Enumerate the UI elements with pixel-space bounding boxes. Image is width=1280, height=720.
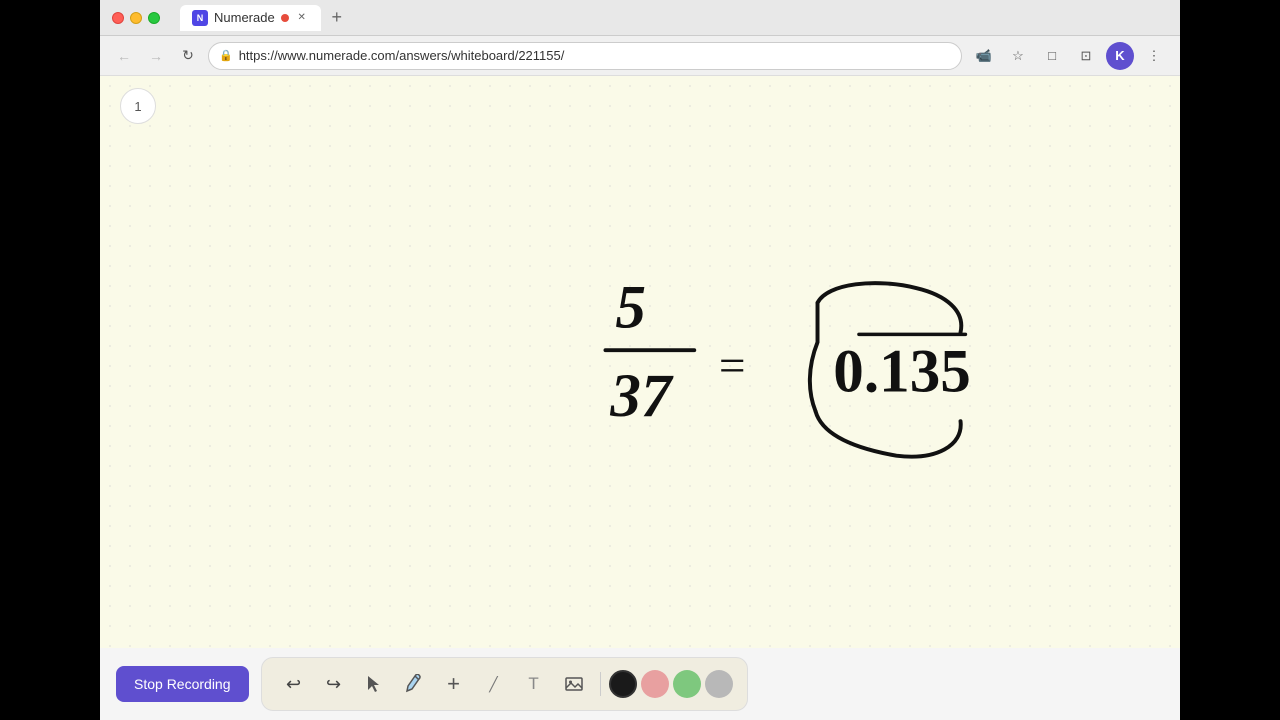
add-tool[interactable]: + — [436, 666, 472, 702]
whiteboard-drawing: 5 37 = 0.135 — [100, 76, 1180, 648]
tab-title: Numerade — [214, 10, 275, 25]
image-tool[interactable] — [556, 666, 592, 702]
tools-panel: ↩ ↪ + ╱ T — [261, 657, 748, 711]
refresh-button[interactable]: ↻ — [176, 44, 200, 68]
bottom-toolbar: Stop Recording ↩ ↪ + ╱ T — [100, 648, 1180, 720]
bookmark-icon[interactable]: ☆ — [1004, 42, 1032, 70]
traffic-lights — [112, 12, 160, 24]
text-tool[interactable]: T — [516, 666, 552, 702]
undo-button[interactable]: ↩ — [276, 666, 312, 702]
whiteboard-canvas[interactable]: 1 5 37 = 0.135 — [100, 76, 1180, 648]
eraser-tool[interactable]: ╱ — [476, 666, 512, 702]
svg-text:37: 37 — [609, 363, 674, 430]
select-tool[interactable] — [356, 666, 392, 702]
tab-recording-indicator — [281, 14, 289, 22]
svg-text:=: = — [719, 341, 746, 393]
color-green[interactable] — [673, 670, 701, 698]
svg-text:0.135: 0.135 — [833, 339, 971, 406]
pen-tool[interactable] — [396, 666, 432, 702]
more-options-icon[interactable]: ⋮ — [1140, 42, 1168, 70]
lock-icon: 🔒 — [219, 49, 233, 62]
extensions-icon[interactable]: □ — [1038, 42, 1066, 70]
new-tab-button[interactable]: + — [325, 6, 349, 30]
color-gray[interactable] — [705, 670, 733, 698]
url-text: https://www.numerade.com/answers/whitebo… — [239, 48, 565, 63]
stop-recording-button[interactable]: Stop Recording — [116, 666, 249, 702]
toolbar-divider — [600, 672, 601, 696]
forward-button[interactable]: → — [144, 44, 168, 68]
redo-button[interactable]: ↪ — [316, 666, 352, 702]
nav-bar: ← → ↻ 🔒 https://www.numerade.com/answers… — [100, 36, 1180, 76]
profile-button[interactable]: K — [1106, 42, 1134, 70]
tab-close-button[interactable]: ✕ — [295, 11, 309, 25]
tab-bar: N Numerade ✕ + — [180, 5, 1168, 31]
screen-record-icon[interactable]: 📹 — [970, 42, 998, 70]
active-tab[interactable]: N Numerade ✕ — [180, 5, 321, 31]
color-pink[interactable] — [641, 670, 669, 698]
tab-search-icon[interactable]: ⊡ — [1072, 42, 1100, 70]
color-black[interactable] — [609, 670, 637, 698]
close-button[interactable] — [112, 12, 124, 24]
page-thumbnail[interactable]: 1 — [120, 88, 156, 124]
tab-favicon: N — [192, 10, 208, 26]
title-bar: N Numerade ✕ + — [100, 0, 1180, 36]
minimize-button[interactable] — [130, 12, 142, 24]
maximize-button[interactable] — [148, 12, 160, 24]
back-button[interactable]: ← — [112, 44, 136, 68]
address-bar[interactable]: 🔒 https://www.numerade.com/answers/white… — [208, 42, 962, 70]
nav-actions: 📹 ☆ □ ⊡ K ⋮ — [970, 42, 1168, 70]
svg-text:5: 5 — [615, 274, 646, 341]
